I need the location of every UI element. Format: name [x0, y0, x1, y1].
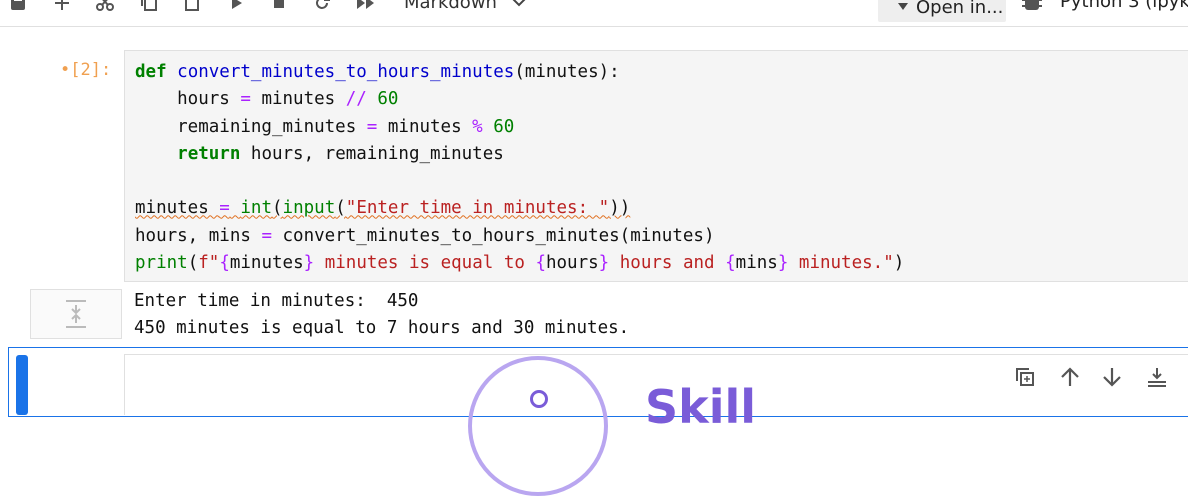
- add-icon[interactable]: [50, 0, 74, 16]
- code-lines: def convert_minutes_to_hours_minutes(min…: [135, 59, 904, 277]
- insert-below-icon[interactable]: [1146, 366, 1168, 388]
- output-line: 450 minutes is equal to 7 hours and 30 m…: [134, 318, 630, 338]
- duplicate-icon[interactable]: [1014, 366, 1036, 388]
- code-editor[interactable]: def convert_minutes_to_hours_minutes(min…: [124, 50, 1188, 282]
- output-collapse-button[interactable]: [30, 289, 122, 339]
- run-icon[interactable]: [224, 0, 248, 16]
- copy-icon[interactable]: [137, 0, 161, 16]
- code-line: minutes = int(input("Enter time in minut…: [135, 198, 631, 219]
- restart-icon[interactable]: [310, 0, 334, 16]
- chevron-down-icon: [512, 0, 526, 7]
- code-line: hours = minutes // 60: [135, 89, 399, 110]
- prompt-dot: •: [60, 60, 71, 80]
- kernel-status-icon[interactable]: [1022, 0, 1042, 18]
- output-line: Enter time in minutes: 450: [134, 291, 419, 311]
- cell-output: Enter time in minutes: 450 450 minutes is…: [134, 288, 629, 342]
- save-icon[interactable]: [6, 0, 30, 16]
- open-in-button[interactable]: Open in...: [878, 0, 1006, 22]
- paste-icon[interactable]: [180, 0, 204, 16]
- move-down-icon[interactable]: [1101, 366, 1123, 388]
- move-up-icon[interactable]: [1059, 366, 1081, 388]
- collapse-output-icon: [66, 300, 86, 328]
- code-line: def convert_minutes_to_hours_minutes(min…: [135, 62, 620, 82]
- caret-down-icon: [898, 3, 908, 10]
- code-line: hours, mins = convert_minutes_to_hours_m…: [135, 225, 715, 246]
- cut-icon[interactable]: [93, 0, 117, 16]
- stop-icon[interactable]: [267, 0, 291, 16]
- open-in-label: Open in...: [916, 0, 1004, 18]
- code-line: print(f"{minutes} minutes is equal to {h…: [135, 253, 905, 274]
- notebook-toolbar: Markdown Open in... Python 3 (ipyke: [0, 0, 1188, 27]
- code-line: ​: [135, 168, 904, 195]
- execution-count: [2]:: [70, 60, 112, 80]
- logo-text: Skill: [645, 380, 757, 434]
- cell-type-select[interactable]: Markdown: [404, 0, 527, 14]
- logo-ring: [468, 356, 608, 496]
- active-cell-indicator: [16, 355, 28, 415]
- kernel-name[interactable]: Python 3 (ipyke: [1060, 0, 1188, 12]
- fast-forward-icon[interactable]: [354, 0, 378, 16]
- code-line: remaining_minutes = minutes % 60: [135, 116, 515, 137]
- code-line: return hours, remaining_minutes: [177, 143, 504, 164]
- cell-type-label: Markdown: [404, 0, 497, 13]
- cell-prompt: •[2]:: [60, 60, 120, 80]
- logo-figure: [530, 390, 548, 408]
